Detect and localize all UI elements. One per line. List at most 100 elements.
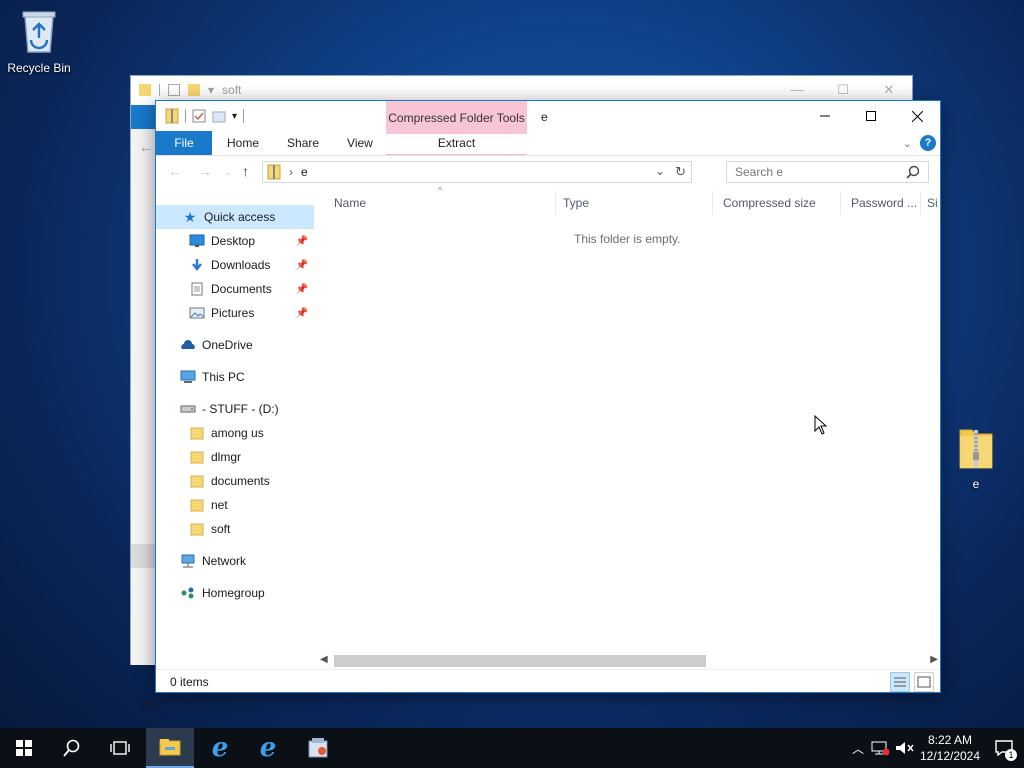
folder-icon — [189, 497, 205, 513]
background-nav-strip: ← 3 i — [131, 129, 157, 713]
nav-item-folder[interactable]: soft — [156, 517, 314, 541]
folder-icon — [189, 449, 205, 465]
pin-icon[interactable]: 📌 — [296, 236, 308, 247]
pin-icon[interactable]: 📌 — [296, 284, 308, 295]
pin-icon[interactable]: 📌 — [296, 260, 308, 271]
column-compressed-size[interactable]: Compressed size — [713, 191, 841, 215]
refresh-icon[interactable]: ↻ — [675, 164, 686, 180]
help-icon[interactable]: ? — [920, 135, 936, 151]
file-explorer-icon — [159, 739, 181, 756]
nav-item-homegroup[interactable]: Homegroup — [156, 581, 314, 605]
back-arrow-icon[interactable]: ← — [168, 163, 182, 179]
clock-date: 12/12/2024 — [919, 749, 981, 763]
taskbar-internet-explorer-1[interactable]: e — [196, 728, 244, 768]
background-window-title: soft — [222, 83, 242, 97]
zip-folder-icon — [938, 424, 1014, 473]
empty-folder-message: This folder is empty. — [574, 232, 681, 246]
clock-time: 8:22 AM — [927, 733, 973, 747]
document-icon — [189, 281, 205, 297]
nav-item-folder[interactable]: among us — [156, 421, 314, 445]
nav-item-quick-access[interactable]: ★ Quick access — [156, 205, 314, 229]
homegroup-icon — [180, 585, 196, 601]
network-icon — [180, 553, 196, 569]
drive-icon — [180, 401, 196, 417]
nav-item-onedrive[interactable]: OneDrive — [156, 333, 314, 357]
taskbar-internet-explorer-2[interactable]: e — [244, 728, 292, 768]
task-view-button[interactable] — [96, 728, 144, 768]
folder-icon — [189, 425, 205, 441]
column-size-partial[interactable]: Si — [921, 191, 940, 215]
nav-item-desktop[interactable]: Desktop 📌 — [156, 229, 314, 253]
nav-item-this-pc[interactable]: This PC — [156, 365, 314, 389]
windows-logo-icon — [16, 740, 32, 756]
volume-muted-icon[interactable] — [894, 740, 916, 756]
navigation-pane: ★ Quick access Desktop 📌 Downloads 📌 Doc… — [156, 205, 314, 645]
nav-item-folder[interactable]: documents — [156, 469, 314, 493]
up-arrow-icon[interactable]: ↑ — [242, 163, 249, 179]
tab-home[interactable]: Home — [212, 131, 273, 155]
new-folder-icon[interactable] — [212, 109, 226, 123]
customize-qat-icon[interactable]: ▾ — [232, 111, 237, 122]
tab-share[interactable]: Share — [273, 131, 333, 155]
star-icon: ★ — [183, 208, 197, 225]
maximize-button[interactable] — [848, 101, 894, 131]
forward-arrow-icon[interactable]: → — [198, 163, 212, 179]
expand-ribbon-icon[interactable]: ⌄ — [903, 137, 912, 150]
tab-view[interactable]: View — [333, 131, 387, 155]
address-dropdown-icon[interactable]: ⌄ — [655, 164, 665, 178]
large-icons-view-icon — [917, 676, 931, 688]
nav-item-documents[interactable]: Documents 📌 — [156, 277, 314, 301]
pictures-icon — [189, 305, 205, 321]
horizontal-scrollbar[interactable]: ◀ ▶ — [318, 654, 940, 668]
nav-item-folder[interactable]: net — [156, 493, 314, 517]
search-icon — [906, 165, 920, 179]
show-hidden-icons-icon[interactable]: ︿ — [846, 740, 870, 757]
scroll-left-icon[interactable]: ◀ — [320, 654, 328, 665]
explorer-window-e[interactable]: ▾ Compressed Folder Tools e File Home Sh… — [155, 100, 941, 693]
quick-access-toolbar: ▾ — [156, 101, 245, 131]
recent-locations-icon[interactable]: ⌄ — [224, 167, 232, 178]
taskbar-file-explorer[interactable] — [146, 728, 194, 768]
close-button[interactable] — [894, 101, 940, 131]
minimize-button[interactable] — [802, 101, 848, 131]
nav-item-drive-d[interactable]: - STUFF - (D:) — [156, 397, 314, 421]
nav-item-folder[interactable]: dlmgr — [156, 445, 314, 469]
nav-item-network[interactable]: Network — [156, 549, 314, 573]
view-switcher — [890, 672, 934, 692]
search-button[interactable] — [48, 728, 96, 768]
properties-icon[interactable] — [192, 109, 206, 123]
network-status-icon[interactable] — [870, 740, 890, 756]
task-view-icon — [110, 741, 130, 755]
pin-icon[interactable]: 📌 — [296, 308, 308, 319]
column-password[interactable]: Password ... — [841, 191, 921, 215]
recycle-bin-label: Recycle Bin — [7, 61, 71, 75]
zip-file-desktop-icon[interactable]: e — [938, 424, 1014, 491]
window-titlebar[interactable]: ▾ Compressed Folder Tools e — [156, 101, 940, 134]
computer-icon — [180, 369, 196, 385]
ribbon-right-controls: ⌄ ? — [903, 135, 936, 151]
nav-item-pictures[interactable]: Pictures 📌 — [156, 301, 314, 325]
background-file-tab[interactable] — [131, 105, 155, 129]
recycle-bin-desktop-icon[interactable]: Recycle Bin — [1, 8, 77, 75]
clock[interactable]: 8:22 AM 12/12/2024 — [916, 732, 984, 764]
nav-item-downloads[interactable]: Downloads 📌 — [156, 253, 314, 277]
scroll-right-icon[interactable]: ▶ — [930, 654, 938, 665]
search-box[interactable]: Search e — [726, 161, 929, 183]
column-name[interactable]: Name — [324, 191, 556, 215]
scrollbar-thumb[interactable] — [334, 655, 706, 667]
start-button[interactable] — [0, 728, 48, 768]
search-input[interactable]: Search e — [735, 165, 783, 179]
taskbar-app[interactable] — [294, 728, 342, 768]
recycle-bin-icon — [1, 8, 77, 57]
column-type[interactable]: Type — [553, 191, 713, 215]
window-title: e — [541, 110, 548, 124]
address-path: e — [301, 165, 308, 179]
details-view-button[interactable] — [890, 672, 910, 692]
action-center-button[interactable]: 1 — [984, 728, 1024, 768]
large-icons-view-button[interactable] — [914, 672, 934, 692]
address-bar[interactable]: › e ⌄ ↻ — [262, 161, 692, 183]
breadcrumb-chevron-icon[interactable]: › — [289, 165, 293, 179]
search-icon — [63, 739, 80, 757]
tab-file[interactable]: File — [156, 131, 212, 155]
tab-extract[interactable]: Extract — [386, 131, 527, 155]
